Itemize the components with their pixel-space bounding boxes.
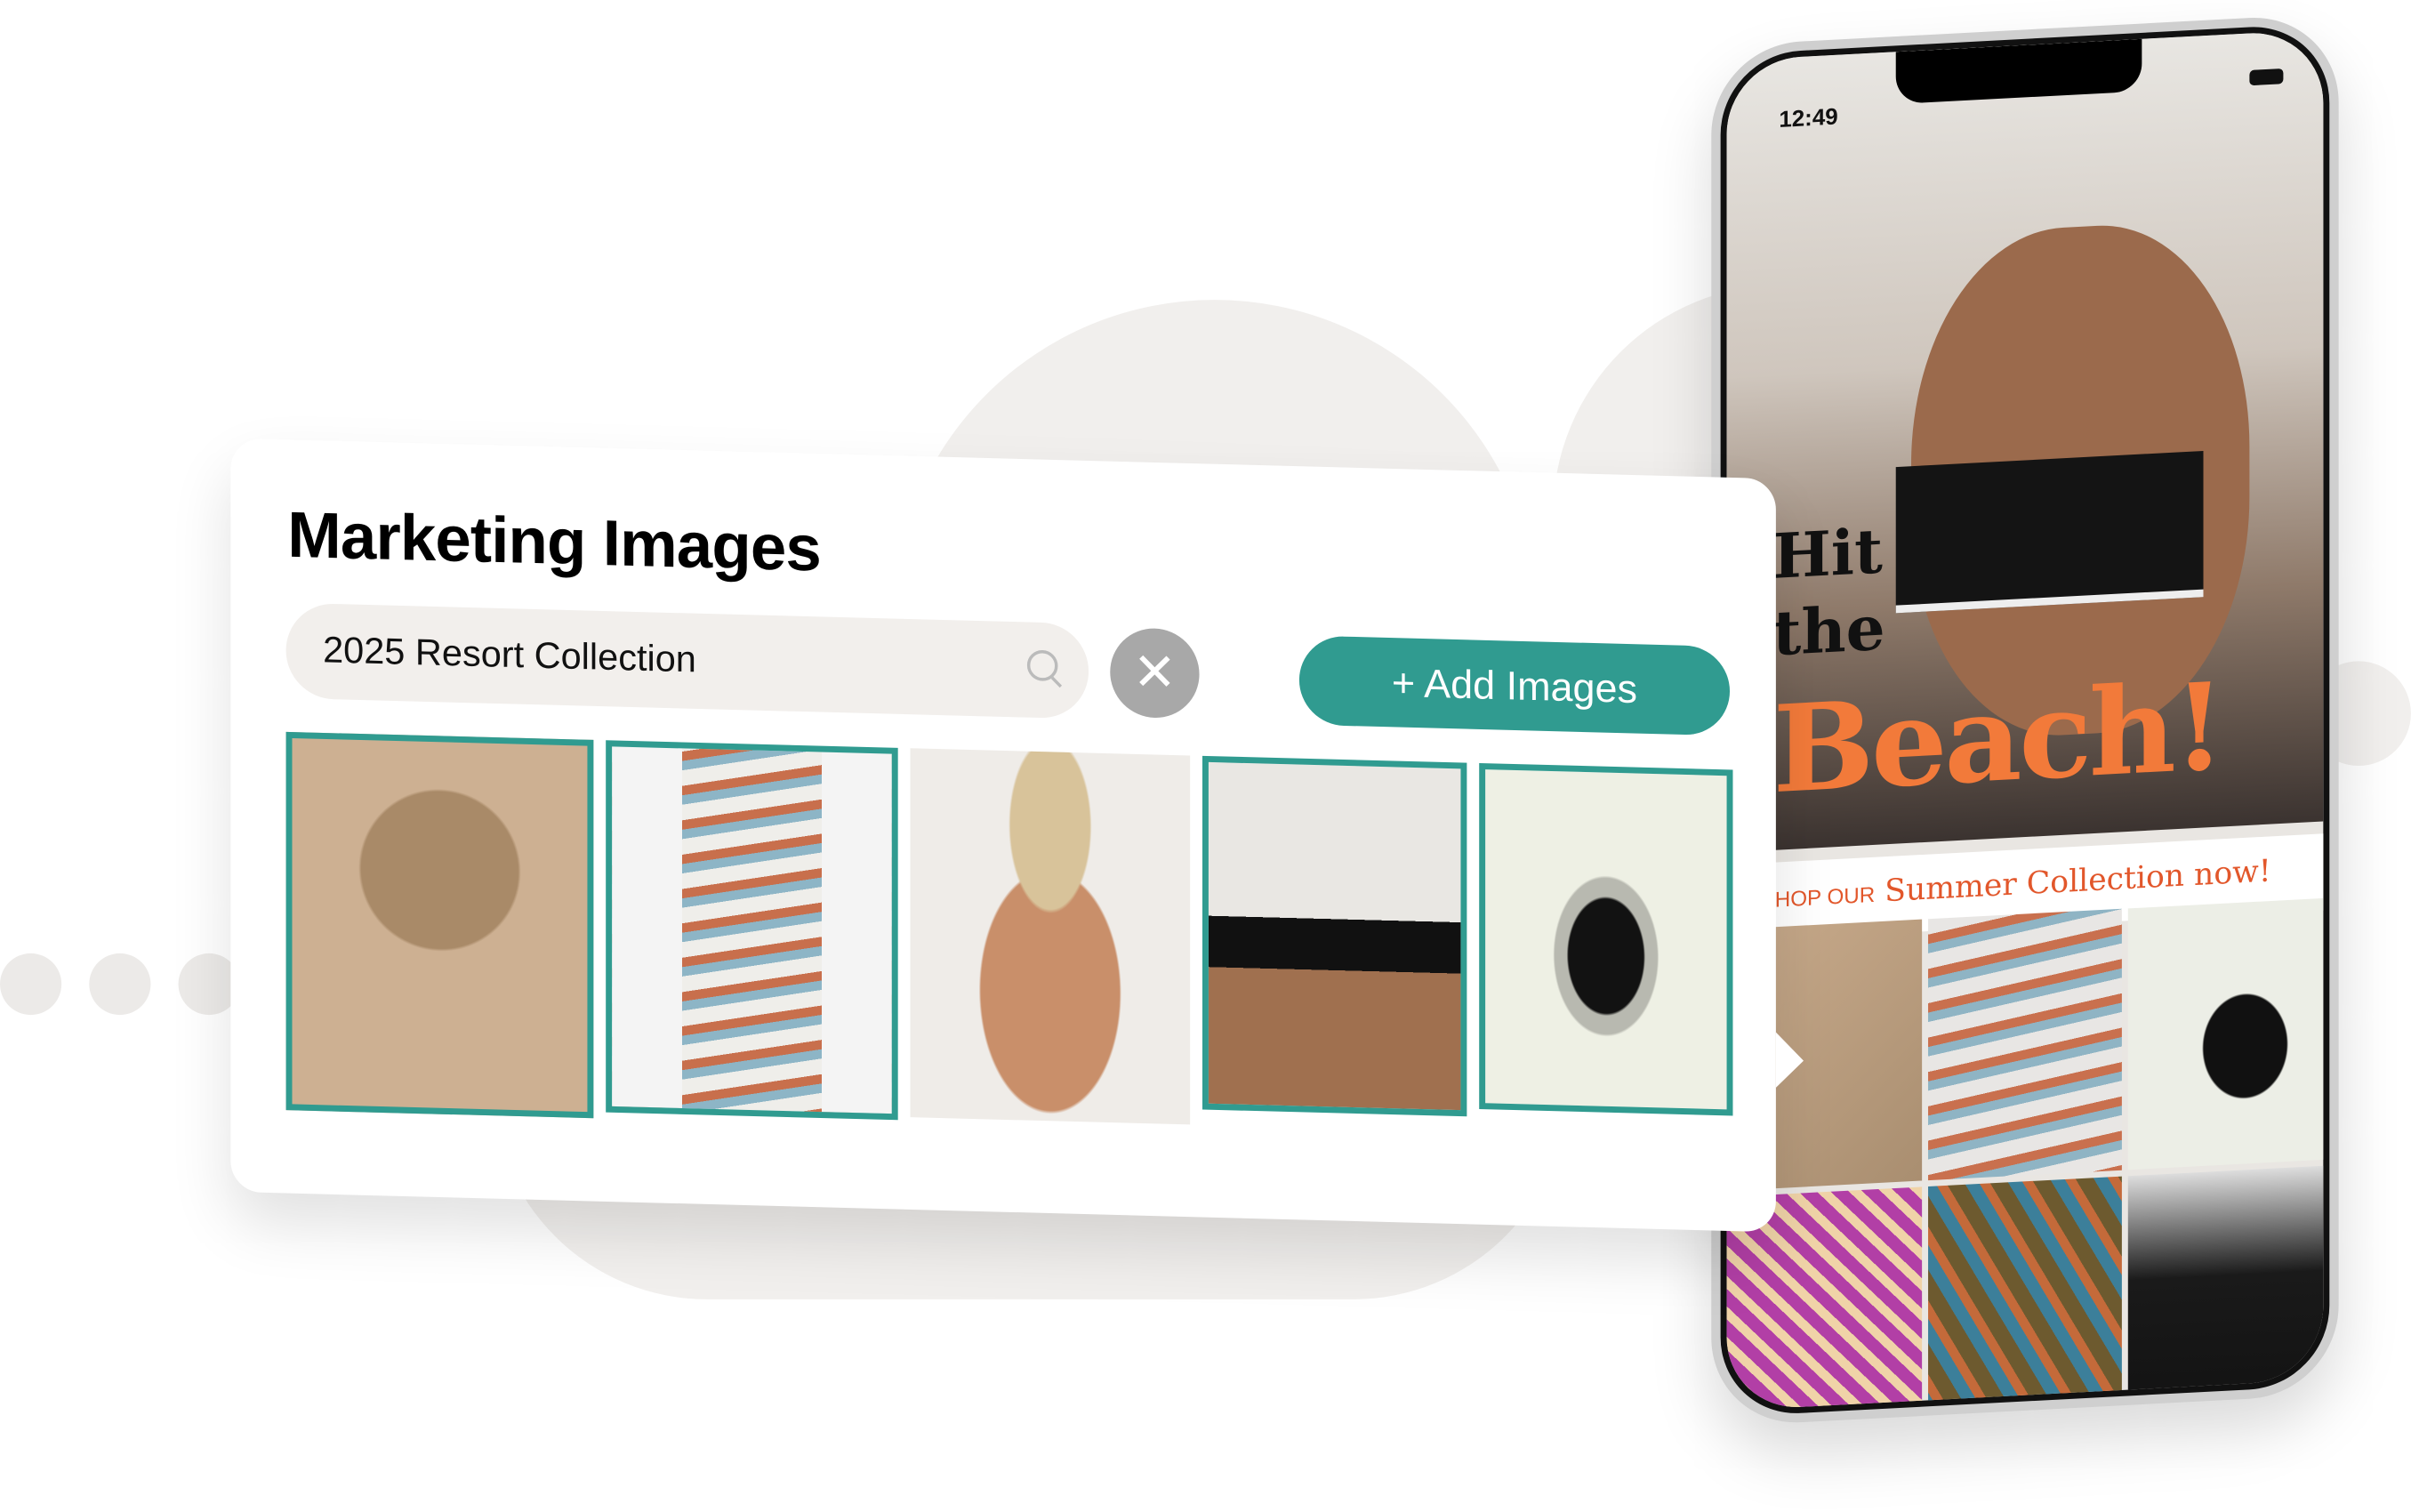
product-image[interactable]	[1927, 1176, 2123, 1411]
image-tile-bikini[interactable]	[1201, 755, 1467, 1117]
product-image[interactable]	[1927, 908, 2123, 1181]
headline: Hit the	[1772, 514, 1885, 674]
search-icon[interactable]	[1026, 649, 1058, 682]
phone-screen: 12:49 Hit the Beach! SHOP OUR Summer Coll…	[1726, 29, 2324, 1411]
image-tile-sunglasses[interactable]	[1479, 762, 1733, 1116]
dot	[0, 953, 62, 1016]
close-icon: ✕	[1132, 643, 1177, 704]
headline-line: the	[1772, 591, 1885, 671]
dot	[89, 953, 151, 1016]
status-time: 12:49	[1779, 104, 1838, 133]
image-gallery	[285, 731, 1733, 1148]
image-tile-hat-papaya[interactable]	[285, 731, 594, 1119]
page-title: Marketing Images	[287, 498, 821, 585]
search-value: 2025 Resort Collection	[323, 630, 696, 681]
image-tile-striped-set[interactable]	[606, 740, 898, 1121]
product-image[interactable]	[2128, 897, 2324, 1170]
headline-line: Hit	[1772, 515, 1883, 594]
clear-button[interactable]: ✕	[1110, 627, 1200, 720]
headline-beach: Beach!	[1772, 657, 2223, 822]
product-image[interactable]	[2128, 1165, 2324, 1411]
cta-main: Summer Collection now!	[1885, 851, 2271, 909]
image-tile-bucket-hat[interactable]	[910, 748, 1191, 1125]
cta-prefix: SHOP OUR	[1760, 881, 1876, 913]
add-images-button[interactable]: + Add Images	[1298, 635, 1731, 736]
product-grid	[1726, 897, 2324, 1411]
phone-mockup: 12:49 Hit the Beach! SHOP OUR Summer Coll…	[1711, 12, 2339, 1428]
battery-icon	[2249, 68, 2284, 86]
search-input[interactable]: 2025 Resort Collection	[285, 602, 1089, 720]
marketing-images-card: Marketing Images 2025 Resort Collection …	[230, 438, 1776, 1233]
